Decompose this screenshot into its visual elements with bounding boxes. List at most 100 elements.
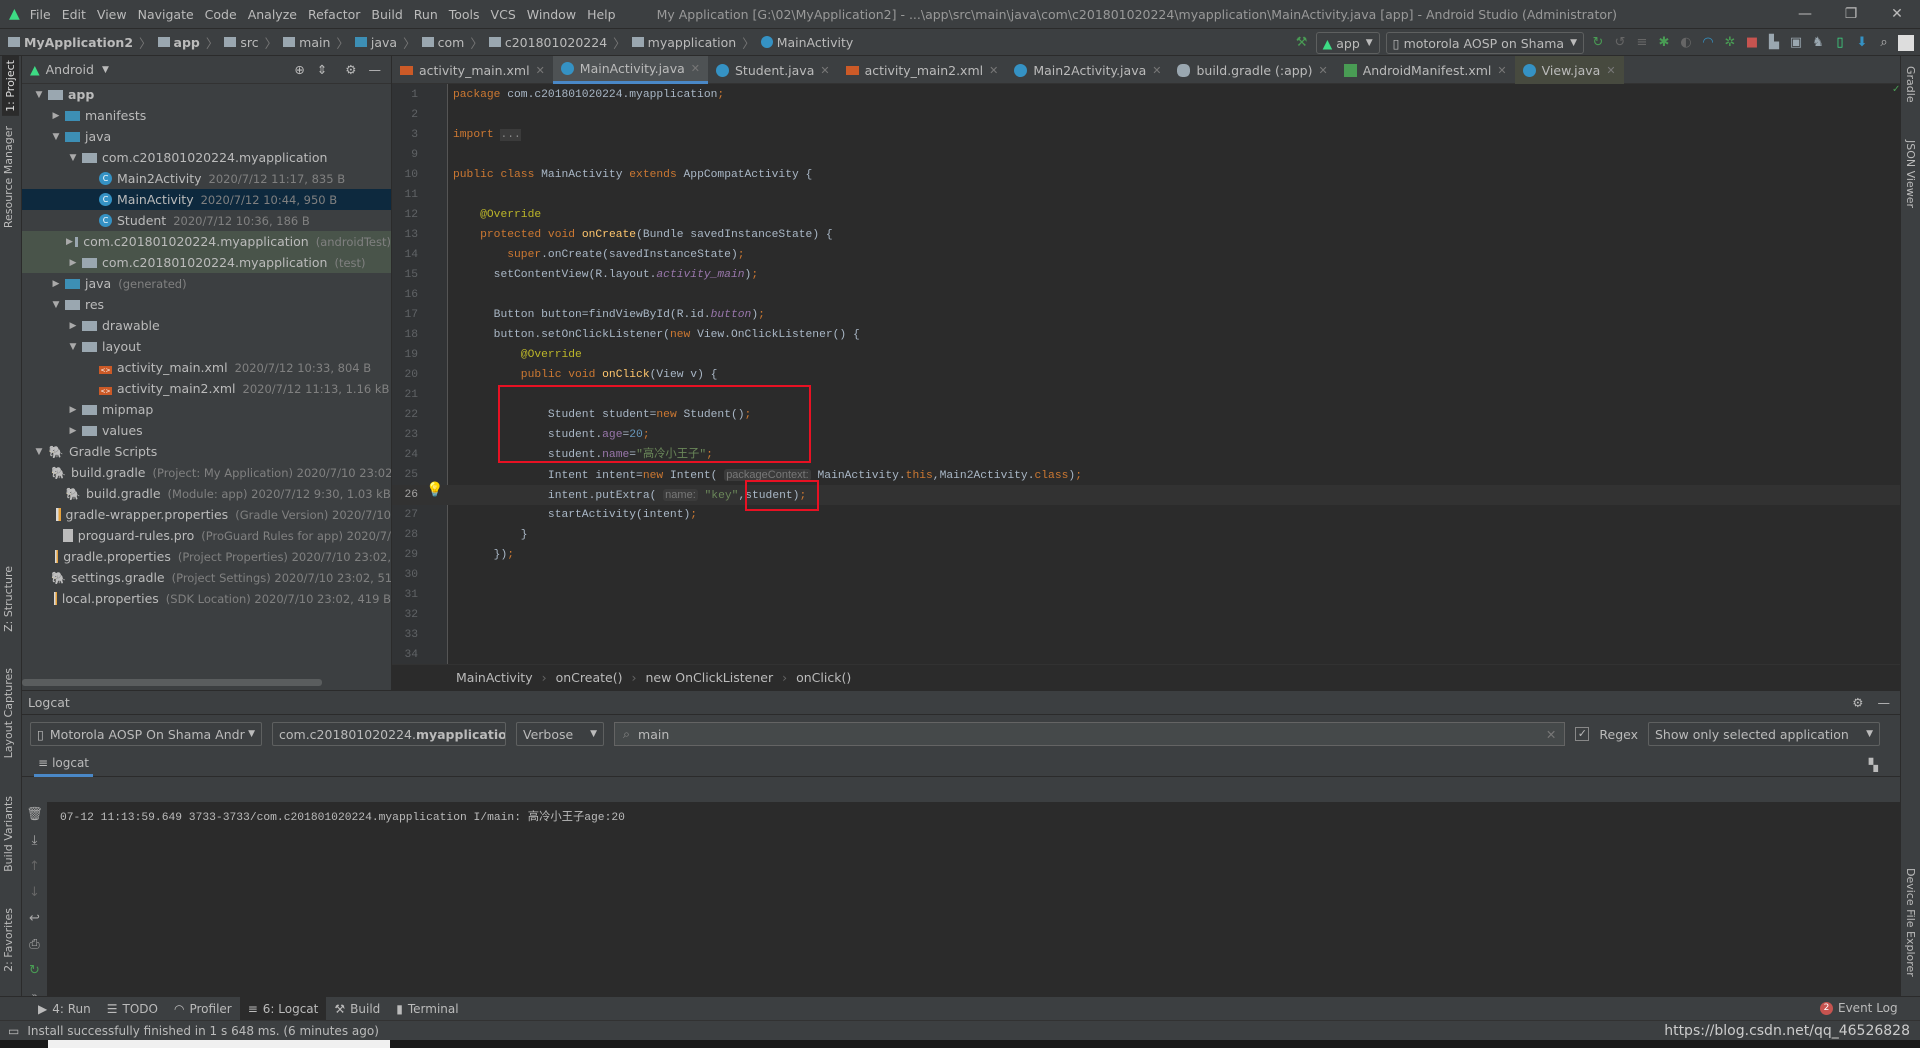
avd-manager-icon[interactable]: ▣ (1788, 35, 1804, 51)
tab-mainactivity-java[interactable]: MainActivity.java ✕ (552, 56, 708, 84)
gear-icon[interactable]: ⚙ (1852, 695, 1863, 710)
soft-wrap-icon[interactable]: ↩ (22, 906, 47, 932)
expanded-arrow-icon[interactable]: ▼ (49, 300, 63, 310)
tree-item[interactable]: <> activity_main2.xml 2020/7/12 11:13, 1.1… (22, 378, 391, 399)
expanded-arrow-icon[interactable]: ▼ (32, 447, 46, 457)
filter-select[interactable]: Show only selected application ▼ (1648, 722, 1880, 746)
menu-navigate[interactable]: Navigate (138, 7, 194, 22)
editor-breadcrumb-item[interactable]: new OnClickListener (645, 670, 773, 685)
breadcrumb-item[interactable]: main 〉 (283, 33, 349, 52)
menu-window[interactable]: Window (527, 7, 576, 22)
tool-window-gradle[interactable]: Gradle (1904, 66, 1917, 103)
tree-item[interactable]: ▶ manifests (22, 105, 391, 126)
breadcrumb-item[interactable]: myapplication 〉 (631, 33, 755, 52)
menu-run[interactable]: Run (414, 7, 438, 22)
collapsed-arrow-icon[interactable]: ▶ (49, 111, 63, 121)
breadcrumb-item[interactable]: c201801020224 〉 (488, 33, 626, 52)
code-editor[interactable]: 1 package com.c201801020224.myapplication… (392, 84, 1900, 664)
device-manager-icon[interactable]: ⬇ (1854, 35, 1870, 51)
menu-file[interactable]: File (30, 7, 51, 22)
breadcrumb-item[interactable]: MainActivity (760, 33, 853, 52)
bottom-tab-build[interactable]: ⚒ Build (326, 997, 388, 1021)
up-icon[interactable]: ↑ (22, 854, 47, 880)
debug-icon[interactable]: ✱ (1656, 35, 1672, 51)
tree-item[interactable]: ▶ drawable (22, 315, 391, 336)
menu-help[interactable]: Help (587, 7, 616, 22)
close-tab-icon[interactable]: ✕ (820, 64, 829, 77)
logcat-output[interactable]: 07-12 11:13:59.649 3733-3733/com.c201801… (48, 802, 1900, 996)
rerun-icon[interactable]: ↻ (1590, 35, 1606, 51)
tree-item[interactable]: C Student 2020/7/12 10:36, 186 B (22, 210, 391, 231)
tool-window-build-variants[interactable]: Build Variants (2, 796, 15, 872)
device-select[interactable]: ▯ Motorola AOSP On Shama Andr ▼ (30, 722, 262, 746)
close-tab-icon[interactable]: ✕ (1497, 64, 1506, 77)
close-tab-icon[interactable]: ✕ (536, 64, 545, 77)
tool-window-project[interactable]: 1: Project (2, 56, 19, 116)
bottom-tab-4-run[interactable]: ▶ 4: Run (30, 997, 99, 1021)
clear-icon[interactable]: ✕ (1546, 727, 1556, 742)
breadcrumb-item[interactable]: app 〉 (157, 33, 218, 52)
process-select[interactable]: com.c201801020224.myapplicatio▼ (272, 722, 506, 746)
tree-item[interactable]: ▶ com.c201801020224.myapplication (test) (22, 252, 391, 273)
menu-tools[interactable]: Tools (449, 7, 480, 22)
menu-edit[interactable]: Edit (62, 7, 86, 22)
tree-item[interactable]: ▶ java (generated) (22, 273, 391, 294)
menu-build[interactable]: Build (371, 7, 402, 22)
tool-window-structure[interactable]: Z: Structure (2, 566, 15, 632)
breadcrumb-item[interactable]: com 〉 (421, 33, 483, 52)
layout-icon[interactable]: ▚ (1869, 758, 1878, 772)
tree-item[interactable]: 🐘 settings.gradle (Project Settings) 2020/… (22, 567, 391, 588)
scroll-to-end-icon[interactable]: ⤓ (22, 828, 47, 854)
tool-window-json-viewer[interactable]: JSON Viewer (1904, 140, 1917, 208)
tree-item[interactable]: C MainActivity 2020/7/12 10:44, 950 B (22, 189, 391, 210)
tab-main2activity-java[interactable]: Main2Activity.java ✕ (1006, 56, 1169, 84)
tree-item[interactable]: ▶ values (22, 420, 391, 441)
close-window-button[interactable]: ✕ (1874, 0, 1920, 28)
tool-window-layout-captures[interactable]: Layout Captures (2, 668, 15, 758)
tree-item[interactable]: 🐘 build.gradle (Project: My Application) 2… (22, 462, 391, 483)
device-select[interactable]: ▯ motorola AOSP on Shama ▼ (1385, 32, 1584, 54)
menu-code[interactable]: Code (205, 7, 237, 22)
attach-debugger-icon[interactable]: ✲ (1722, 35, 1738, 51)
breadcrumb-item[interactable]: java 〉 (354, 33, 416, 52)
collapsed-arrow-icon[interactable]: ▶ (66, 405, 80, 415)
tree-item[interactable]: C Main2Activity 2020/7/12 11:17, 835 B (22, 168, 391, 189)
collapsed-arrow-icon[interactable]: ▶ (66, 321, 80, 331)
tree-item[interactable]: ▼ com.c201801020224.myapplication (22, 147, 391, 168)
close-tab-icon[interactable]: ✕ (691, 62, 700, 75)
tree-item[interactable]: ▶ com.c201801020224.myapplication (android… (22, 231, 391, 252)
hide-icon[interactable]: — (1878, 695, 1891, 710)
tree-item[interactable]: ▼ app (22, 84, 391, 105)
minimize-button[interactable]: — (1782, 0, 1828, 28)
bottom-tab-profiler[interactable]: ◠ Profiler (166, 997, 240, 1021)
tool-window-device-file-explorer[interactable]: Device File Explorer (1904, 868, 1917, 977)
tree-item[interactable]: proguard-rules.pro (ProGuard Rules for ap… (22, 525, 391, 546)
down-icon[interactable]: ↓ (22, 880, 47, 906)
gradle-sync-icon[interactable]: ♞ (1810, 35, 1826, 51)
inspection-ok-icon[interactable]: ✓ (1892, 84, 1900, 95)
tab-student-java[interactable]: Student.java ✕ (708, 56, 838, 84)
tree-item[interactable]: ▼ java (22, 126, 391, 147)
profile-icon[interactable]: ◠ (1700, 35, 1716, 51)
menu-analyze[interactable]: Analyze (248, 7, 297, 22)
close-tab-icon[interactable]: ✕ (989, 64, 998, 77)
build-hammer-icon[interactable]: ⚒ (1294, 35, 1310, 51)
event-log-button[interactable]: 2 Event Log (1820, 996, 1898, 1020)
chevron-down-icon[interactable]: ▼ (102, 65, 109, 75)
breadcrumb-item[interactable]: src 〉 (224, 33, 277, 52)
collapse-all-icon[interactable]: ⇕ (317, 62, 327, 77)
print-icon[interactable]: ⎙ (22, 932, 47, 958)
close-tab-icon[interactable]: ✕ (1606, 64, 1615, 77)
editor-breadcrumb-item[interactable]: onCreate() (556, 670, 623, 685)
regex-checkbox[interactable]: ✓ (1575, 727, 1590, 741)
tree-item[interactable]: gradle.properties (Project Properties) 20… (22, 546, 391, 567)
restart-icon[interactable]: ↻ (22, 958, 47, 984)
tab-view-java[interactable]: View.java ✕ (1514, 56, 1624, 84)
breadcrumb-item[interactable]: MyApplication2 〉 (8, 33, 152, 52)
apply-code-changes-icon[interactable]: ≡ (1634, 35, 1650, 51)
tree-item[interactable]: gradle-wrapper.properties (Gradle Version… (22, 504, 391, 525)
sync-project-icon[interactable]: ▙ (1766, 35, 1782, 51)
sdk-manager-icon[interactable]: ▯ (1832, 35, 1848, 51)
account-icon[interactable] (1898, 35, 1914, 51)
search-icon[interactable]: ⌕ (1876, 35, 1892, 51)
